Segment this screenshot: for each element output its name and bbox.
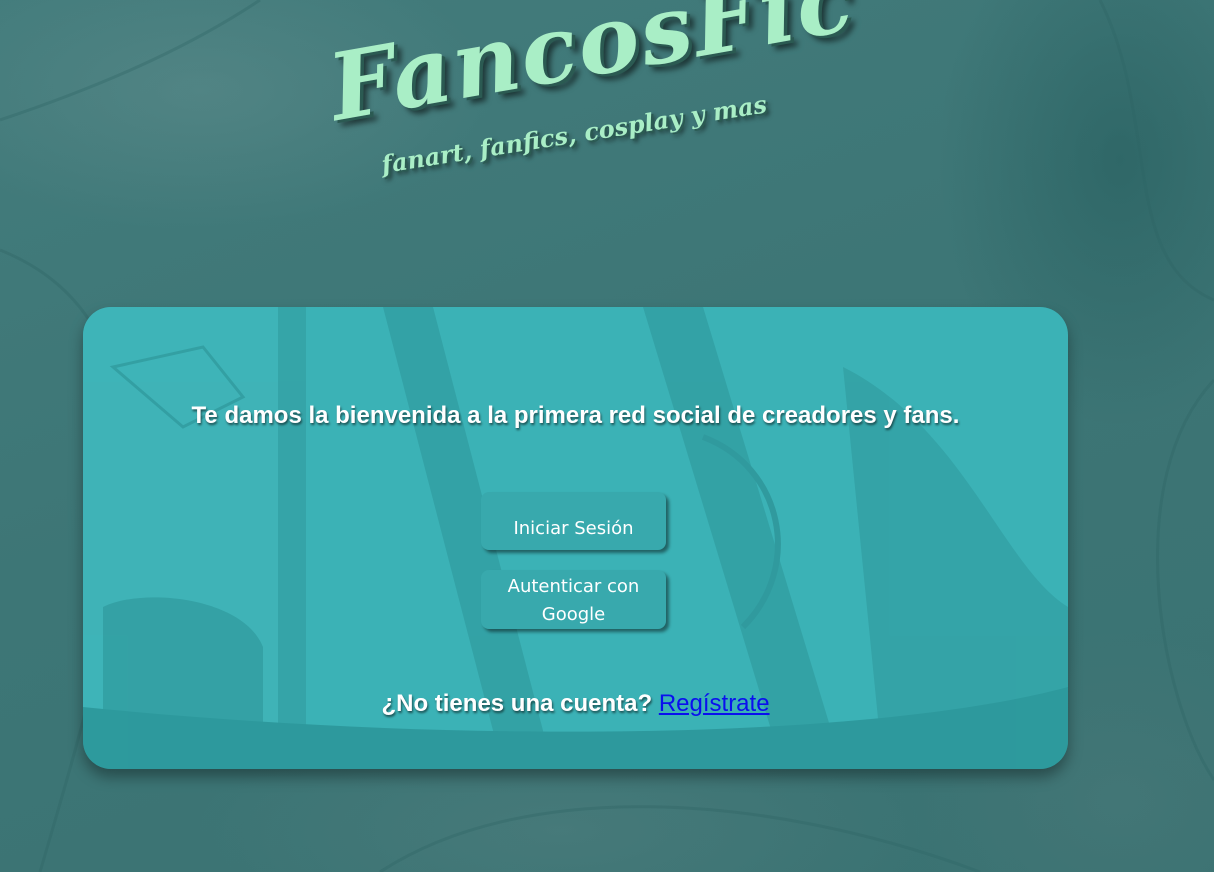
card-content: Te damos la bienvenida a la primera red …	[83, 307, 1068, 769]
signup-prompt: ¿No tienes una cuenta?	[381, 690, 653, 717]
brand-logo: FancosFic fanart, fanfics, cosplay y mas	[321, 0, 862, 220]
signup-row: ¿No tienes una cuenta? Regístrate	[83, 690, 1068, 718]
google-auth-button[interactable]: Autenticar con Google	[481, 570, 666, 629]
signup-link[interactable]: Regístrate	[659, 690, 770, 717]
login-button[interactable]: Iniciar Sesión	[481, 492, 666, 550]
welcome-message: Te damos la bienvenida a la primera red …	[191, 402, 960, 429]
welcome-card: Te damos la bienvenida a la primera red …	[83, 307, 1068, 769]
